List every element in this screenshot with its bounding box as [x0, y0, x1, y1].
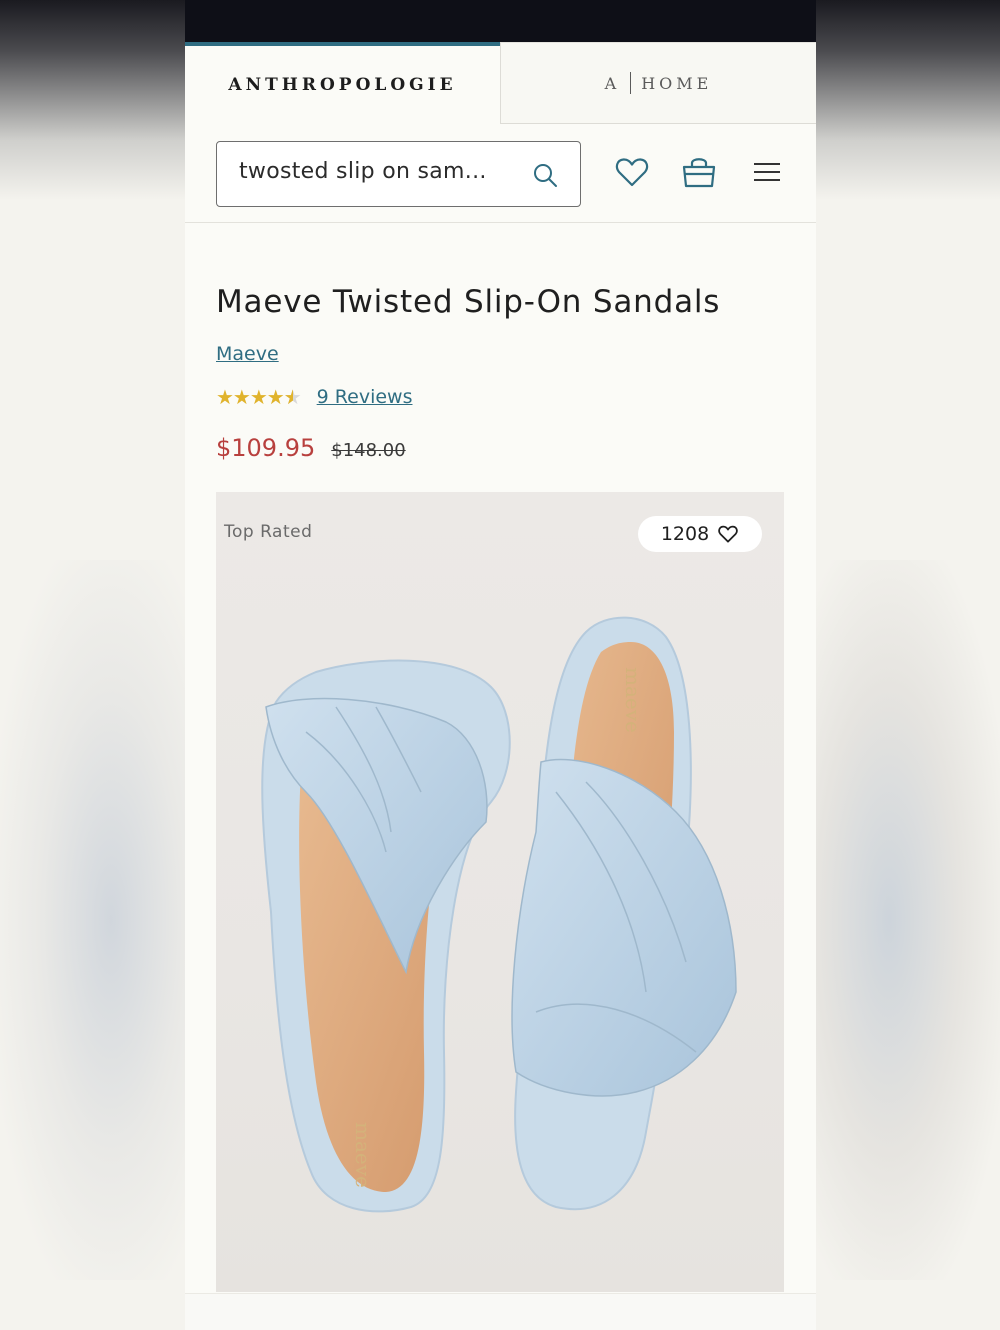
- original-price: $148.00: [331, 440, 406, 461]
- header-search-row: twosted slip on sam...: [185, 124, 816, 223]
- top-rated-badge: Top Rated: [224, 522, 313, 542]
- tab-home-prefix: A: [604, 73, 621, 93]
- heart-icon[interactable]: [614, 155, 650, 189]
- tab-anthropologie-label: ANTHROPOLOGIE: [228, 75, 457, 95]
- insole-logo-right: maeve: [621, 667, 645, 733]
- search-input[interactable]: twosted slip on sam...: [216, 141, 581, 207]
- brand-link[interactable]: Maeve: [216, 343, 279, 365]
- divider: [630, 72, 632, 94]
- heart-icon: [718, 525, 738, 543]
- insole-logo: maeve: [351, 1122, 375, 1188]
- sandals-illustration: maeve maeve: [261, 616, 737, 1213]
- tab-home-label: A HOME: [605, 72, 713, 94]
- tab-anthropologie[interactable]: ANTHROPOLOGIE: [185, 42, 500, 124]
- half-star-icon: ★ ★: [283, 385, 302, 409]
- price-row: $109.95 $148.00: [216, 434, 406, 462]
- sale-price: $109.95: [216, 434, 316, 462]
- shopping-bag-icon[interactable]: [681, 155, 717, 189]
- bottom-bar: [185, 1293, 816, 1330]
- search-icon[interactable]: [532, 162, 558, 188]
- rating-row: ★★★★★ ★ 9 Reviews: [216, 385, 412, 409]
- product-image[interactable]: maeve maeve Top Rated 1208: [216, 492, 784, 1292]
- favorite-button[interactable]: 1208: [638, 516, 762, 552]
- tab-home-text: HOME: [641, 73, 713, 93]
- reviews-link[interactable]: 9 Reviews: [317, 386, 413, 408]
- status-bar: [185, 0, 816, 42]
- favorites-count: 1208: [660, 523, 710, 545]
- tab-home[interactable]: A HOME: [500, 42, 816, 124]
- phone-screen: ANTHROPOLOGIE A HOME twosted slip on sam…: [185, 0, 816, 1330]
- search-input-value: twosted slip on sam...: [239, 159, 487, 184]
- blurred-background-right: [815, 560, 1000, 1280]
- brand-tabs: ANTHROPOLOGIE A HOME: [185, 42, 816, 124]
- blurred-background-left: [0, 560, 185, 1280]
- product-title: Maeve Twisted Slip-On Sandals: [216, 284, 721, 320]
- menu-icon[interactable]: [750, 155, 786, 189]
- star-rating: ★★★★★ ★: [216, 385, 302, 409]
